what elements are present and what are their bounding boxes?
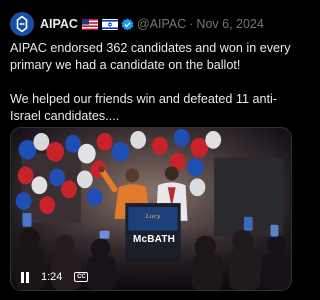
tweet-text: AIPAC endorsed 362 candidates and won in… xyxy=(10,40,292,125)
video-controls: 1:24 CC xyxy=(11,264,291,290)
pause-icon[interactable] xyxy=(19,271,31,283)
tweet-text-paragraph-1: AIPAC endorsed 362 candidates and won in… xyxy=(10,41,291,72)
tweet-text-paragraph-2: We helped our friends win and defeated 1… xyxy=(10,92,277,123)
israel-flag-icon xyxy=(101,18,118,30)
tweet-header: AIPAC @AIPAC · Nov 6, 2024 xyxy=(10,11,292,37)
header-separator: · xyxy=(189,17,194,31)
author-handle[interactable]: @AIPAC xyxy=(137,17,186,31)
us-flag-icon xyxy=(81,18,98,30)
video-player[interactable]: Lucy McBATH 1:24 CC xyxy=(10,127,292,291)
avatar[interactable] xyxy=(10,12,34,36)
tweet-date[interactable]: Nov 6, 2024 xyxy=(196,17,263,31)
tweet-card[interactable]: AIPAC @AIPAC · Nov 6, 2024 AIPAC endorse… xyxy=(0,0,300,300)
podium-sign: McBATH xyxy=(132,234,176,245)
video-time: 1:24 xyxy=(41,271,63,283)
author-name[interactable]: AIPAC xyxy=(40,17,78,31)
closed-captions-icon[interactable]: CC xyxy=(74,272,89,282)
verified-badge-icon xyxy=(121,18,134,31)
svg-text:Lucy: Lucy xyxy=(145,214,161,220)
aipac-logo-icon xyxy=(10,12,34,36)
